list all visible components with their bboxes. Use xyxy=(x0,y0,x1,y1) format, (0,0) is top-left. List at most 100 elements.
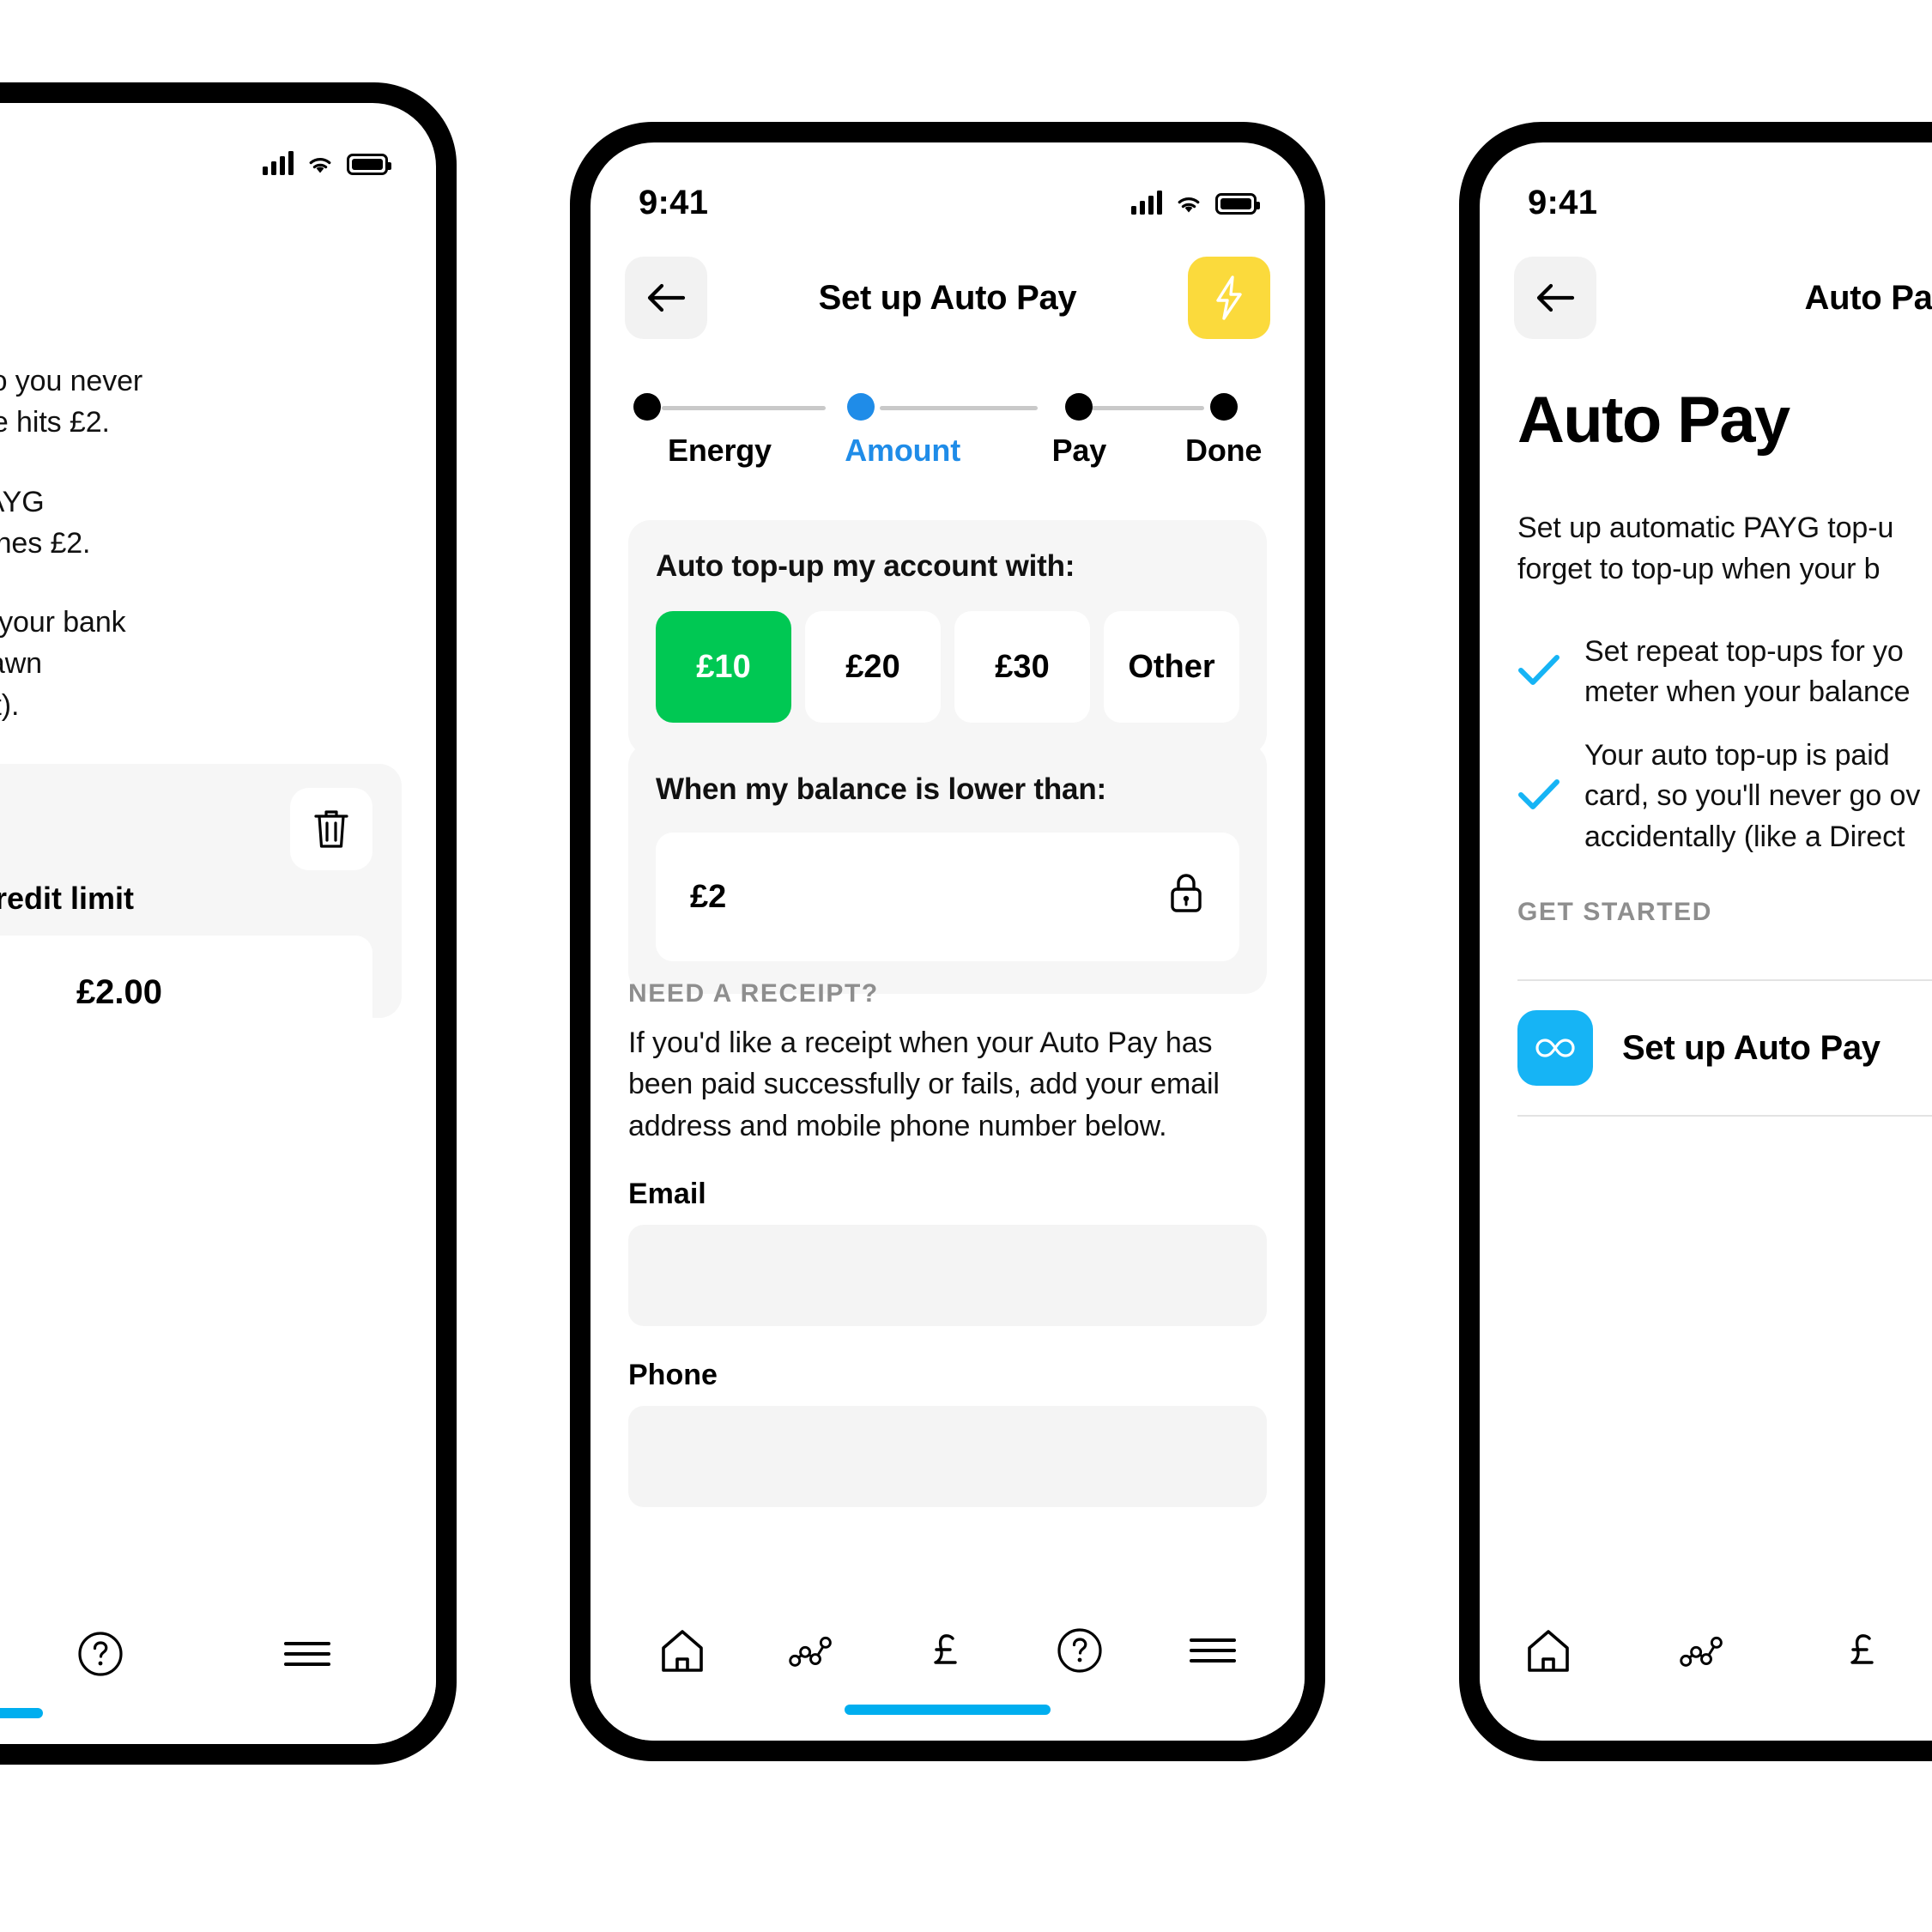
page-title-left: Auto Pay xyxy=(0,239,402,278)
amount-options: £10 £20 £30 Other xyxy=(656,611,1239,723)
status-bar-left xyxy=(0,136,436,191)
tab-usage-mid[interactable] xyxy=(788,1623,843,1678)
paragraph-2-line-2: your balance reaches £2. xyxy=(0,526,91,560)
home-icon xyxy=(1528,1630,1569,1672)
tab-bar-right xyxy=(1480,1595,1932,1741)
back-button-right[interactable] xyxy=(1514,257,1596,339)
trash-icon xyxy=(314,810,348,848)
pound-icon xyxy=(934,1634,957,1664)
status-time-mid: 9:41 xyxy=(639,183,709,221)
tab-usage-right[interactable] xyxy=(1679,1623,1734,1678)
receipt-body: If you'd like a receipt when your Auto P… xyxy=(628,1022,1267,1147)
wifi-icon xyxy=(1174,192,1203,215)
stepper-labels: Energy Amount Pay Done xyxy=(627,433,1269,477)
status-bar-right: 9:41 xyxy=(1480,175,1932,230)
amount-option-20[interactable]: £20 xyxy=(805,611,941,723)
tab-bar-left xyxy=(0,1598,436,1744)
benefit-text-2: Your auto top-up is paid card, so you'll… xyxy=(1584,736,1920,858)
receipt-eyebrow: NEED A RECEIPT? xyxy=(628,979,879,1008)
arrow-left-icon xyxy=(647,283,686,312)
balance-threshold-value: £2 xyxy=(690,878,727,915)
credit-limit-card: Credit limit £2.00 xyxy=(0,764,402,1049)
stepper-dot-done[interactable] xyxy=(1209,393,1238,421)
tab-payments-mid[interactable] xyxy=(920,1623,975,1678)
lightning-bolt-icon xyxy=(1216,276,1242,320)
stepper-label-amount[interactable]: Amount xyxy=(845,433,960,469)
auto-pay-heading: Auto Pay xyxy=(1517,384,1790,457)
phone-right: 9:41 Auto Pay Auto Pay Set up automatic … xyxy=(1459,122,1932,1761)
home-indicator-mid xyxy=(845,1705,1051,1715)
page-title-right: Auto Pay xyxy=(1804,278,1932,317)
menu-icon xyxy=(283,1642,330,1666)
phone-right-screen: 9:41 Auto Pay Auto Pay Set up automatic … xyxy=(1480,142,1932,1741)
back-button-mid[interactable] xyxy=(625,257,707,339)
phone-middle: 9:41 Set up Auto Pay Energy Amount Pay D… xyxy=(570,122,1325,1761)
amount-option-other[interactable]: Other xyxy=(1104,611,1239,723)
arrow-left-icon xyxy=(1536,283,1575,312)
tab-help-left[interactable] xyxy=(73,1626,128,1681)
credit-limit-label: Credit limit xyxy=(0,881,134,916)
tab-payments-right[interactable] xyxy=(1837,1623,1892,1678)
status-time-right: 9:41 xyxy=(1528,183,1598,221)
stepper-dot-amount[interactable] xyxy=(847,393,875,421)
auto-topup-card-title: Auto top-up my account with: xyxy=(656,549,1075,583)
tab-menu-left[interactable] xyxy=(280,1626,335,1681)
receipt-body-line-1: If you'd like a receipt when your Auto P… xyxy=(628,1027,1213,1059)
stepper-label-pay[interactable]: Pay xyxy=(1052,433,1107,469)
check-icon xyxy=(1518,778,1560,809)
tab-help-mid[interactable] xyxy=(1052,1623,1107,1678)
email-input[interactable] xyxy=(628,1224,1267,1326)
benefit-1-line-1: Set repeat top-ups for yo xyxy=(1584,634,1904,668)
phone-left: Auto Pay c PAYG top-ups so you never whe… xyxy=(0,82,457,1765)
usage-graph-icon xyxy=(788,1636,832,1667)
infinity-icon xyxy=(1535,1039,1575,1057)
usage-graph-icon xyxy=(1680,1636,1723,1667)
paragraph-1: c PAYG top-ups so you never when your ba… xyxy=(0,360,397,444)
auto-pay-intro-line-2: forget to top-up when your b xyxy=(1517,553,1881,586)
tab-home-right[interactable] xyxy=(1521,1623,1576,1678)
auto-pay-intro: Set up automatic PAYG top-u forget to to… xyxy=(1517,507,1932,591)
phone-input[interactable] xyxy=(628,1405,1267,1507)
auto-pay-intro-line-1: Set up automatic PAYG top-u xyxy=(1517,512,1894,544)
tab-menu-mid[interactable] xyxy=(1185,1623,1240,1678)
amount-option-30[interactable]: £30 xyxy=(954,611,1090,723)
list-item-label: Set up Auto Pay xyxy=(1622,1028,1881,1067)
energy-boost-button[interactable] xyxy=(1188,257,1270,339)
benefit-2-line-2: card, so you'll never go ov xyxy=(1584,779,1921,813)
nav-bar-right: Auto Pay xyxy=(1480,251,1932,345)
balance-threshold-card: When my balance is lower than: £2 xyxy=(628,743,1267,994)
credit-limit-value[interactable]: £2.00 xyxy=(0,936,372,1049)
stepper-label-energy[interactable]: Energy xyxy=(668,433,772,469)
paragraph-3-line-2: ll never go overdrawn xyxy=(0,647,42,681)
list-item-setup-auto-pay[interactable]: Set up Auto Pay xyxy=(1517,981,1932,1115)
screenshot-canvas: Auto Pay c PAYG top-ups so you never whe… xyxy=(0,0,1932,1932)
phone-middle-screen: 9:41 Set up Auto Pay Energy Amount Pay D… xyxy=(591,142,1305,1741)
cellular-signal-icon xyxy=(1131,191,1162,215)
amount-option-10[interactable]: £10 xyxy=(656,611,791,723)
phone-left-screen: Auto Pay c PAYG top-ups so you never whe… xyxy=(0,103,436,1744)
benefit-1-line-2: meter when your balance xyxy=(1584,675,1911,709)
lock-icon-wrap xyxy=(1167,871,1205,923)
page-title-mid: Set up Auto Pay xyxy=(818,278,1077,317)
list-divider-bottom xyxy=(1517,1115,1932,1117)
stepper-dot-pay[interactable] xyxy=(1065,393,1093,421)
setup-progress-stepper: Energy Amount Pay Done xyxy=(627,393,1269,477)
balance-threshold-field[interactable]: £2 xyxy=(656,833,1239,961)
nav-bar-left: Auto Pay xyxy=(0,211,436,306)
status-icons-left xyxy=(263,151,391,175)
benefit-2-line-1: Your auto top-up is paid xyxy=(1584,738,1890,772)
auto-topup-amount-card: Auto top-up my account with: £10 £20 £30… xyxy=(628,520,1267,755)
nav-bar-mid: Set up Auto Pay xyxy=(591,251,1305,345)
benefit-2-line-3: accidentally (like a Direct xyxy=(1584,820,1905,853)
delete-button[interactable] xyxy=(290,788,372,870)
stepper-line-2 xyxy=(880,406,1038,410)
stepper-dot-energy[interactable] xyxy=(633,393,661,421)
receipt-body-line-2: been paid successfully or fails, add you… xyxy=(628,1068,1220,1101)
stepper-label-done[interactable]: Done xyxy=(1185,433,1262,469)
check-icon-wrap xyxy=(1517,778,1560,816)
home-indicator-left xyxy=(0,1708,43,1718)
balance-threshold-title: When my balance is lower than: xyxy=(656,772,1106,806)
phone-label: Phone xyxy=(628,1358,718,1391)
tab-home-mid[interactable] xyxy=(655,1623,710,1678)
benefit-item-1: Set repeat top-ups for yo meter when you… xyxy=(1517,632,1932,713)
